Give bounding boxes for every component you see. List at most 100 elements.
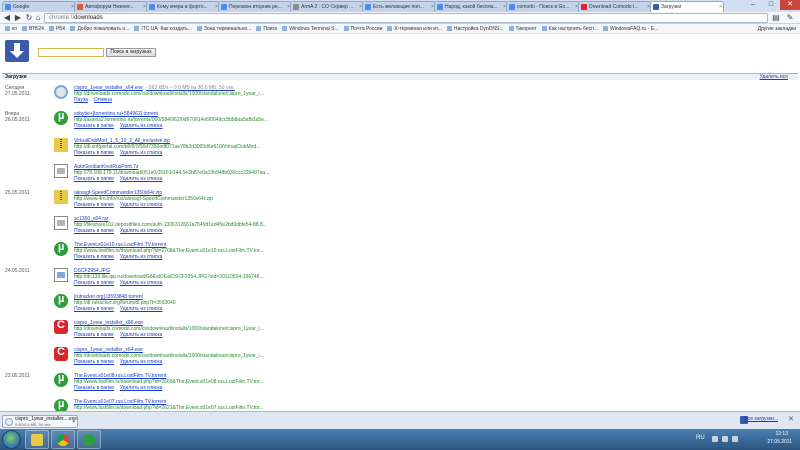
tab-strip: Google × Автофорум Нижнег... × Кому вчера в … xyxy=(0,0,800,12)
tab-label: Автофорум Нижнег... xyxy=(85,4,134,10)
bookmark-item[interactable]: Х-терминал или ит... xyxy=(387,24,441,33)
volume-icon[interactable] xyxy=(732,436,738,442)
file-icon xyxy=(54,216,68,230)
download-item: cispro_1year_installer_x64.exe - 563 kB/s… xyxy=(54,85,794,107)
download-item: The.Event.s01e07.rus.LostFilm.TV.torrent… xyxy=(54,398,794,411)
browser-tab[interactable]: Download Comodo I... × xyxy=(578,1,652,12)
archive-icon xyxy=(54,138,68,152)
taskbar-chrome[interactable] xyxy=(51,430,75,449)
address-bar[interactable]: chrome://downloads xyxy=(44,13,768,23)
show-in-folder-link[interactable]: Показать в папке xyxy=(74,176,114,182)
remove-from-list-link[interactable]: Удалить из списка xyxy=(120,228,163,234)
clock-date[interactable]: 27.05.2011 xyxy=(767,439,792,445)
bookmark-item[interactable]: ко xyxy=(5,24,17,33)
browser-tab[interactable]: comodo - Поиск в Go... × xyxy=(506,1,580,12)
remove-from-list-link[interactable]: Удалить из списка xyxy=(120,385,163,391)
download-actions: Показать в папке Удалить из списка xyxy=(74,280,168,286)
bookmark-item[interactable]: Windows Terminal S... xyxy=(282,24,338,33)
chevron-down-icon[interactable]: ▾ xyxy=(72,419,75,425)
pause-link[interactable]: Пауза xyxy=(74,97,88,103)
bookmark-item[interactable]: Как настроить бесп... xyxy=(542,24,598,33)
tab-favicon-icon xyxy=(221,4,227,10)
remove-from-list-link[interactable]: Удалить из списка xyxy=(120,332,163,338)
bookmark-item[interactable]: Добро пожаловать н... xyxy=(70,24,129,33)
search-downloads-button[interactable]: Поиск в загрузках xyxy=(106,48,156,57)
bookmark-item[interactable]: Поиск xyxy=(256,24,277,33)
download-actions: Показать в папке Удалить из списка xyxy=(74,228,168,234)
maximize-button[interactable]: □ xyxy=(764,0,778,10)
show-in-folder-link[interactable]: Показать в папке xyxy=(74,123,114,129)
browser-tab[interactable]: Кому вчера в форто... × xyxy=(146,1,220,12)
tab-label: comodo - Поиск в Go... xyxy=(517,4,570,10)
download-item: The.Event.s01e08.rus.LostFilm.TV.torrent… xyxy=(54,372,794,395)
close-shelf-icon[interactable]: ✕ xyxy=(788,415,794,423)
progress-icon xyxy=(54,85,68,99)
back-button[interactable]: ◀ xyxy=(2,13,12,23)
show-in-folder-link[interactable]: Показать в папке xyxy=(74,306,114,312)
address-scheme: chrome:// xyxy=(49,15,75,21)
show-in-folder-link[interactable]: Показать в папке xyxy=(74,332,114,338)
download-item: cispro_1year_installer_x86.exehttp://dow… xyxy=(54,319,794,342)
browser-tab[interactable]: Автофорум Нижнег... × xyxy=(74,1,148,12)
browser-tab[interactable]: Перезвон вторник ре... × xyxy=(218,1,292,12)
clock-time[interactable]: 12:13 xyxy=(775,431,788,437)
download-item: AutoGordianKnotRusPortt.7z http://78.108.… xyxy=(54,164,794,186)
taskbar-explorer[interactable] xyxy=(25,430,49,449)
remove-from-list-link[interactable]: Удалить из списка xyxy=(120,202,163,208)
remove-from-list-link[interactable]: Удалить из списка xyxy=(120,123,163,129)
download-item: DSCF2954.JPG http://dc133.file.qip.ru/dow… xyxy=(54,268,794,290)
bookmark-item[interactable]: Настройка DynDNS... xyxy=(447,24,504,33)
utorrent-icon xyxy=(54,372,68,387)
close-window-button[interactable]: ✕ xyxy=(780,0,800,10)
show-in-folder-link[interactable]: Показать в папке xyxy=(74,359,114,365)
language-indicator[interactable]: RU xyxy=(696,435,705,441)
show-in-folder-link[interactable]: Показать в папке xyxy=(74,254,114,260)
bookmark-item[interactable]: Тикорент xyxy=(509,24,537,33)
other-bookmarks[interactable]: Другие закладки xyxy=(758,24,796,33)
bookmark-item[interactable]: ITC.UA: Как создать... xyxy=(134,24,192,33)
remove-from-list-link[interactable]: Удалить из списка xyxy=(120,306,163,312)
bookmark-item[interactable]: РБК xyxy=(49,24,66,33)
download-item: alexagf-SpeedCommander1350x64r.zip http:/… xyxy=(54,190,794,212)
download-actions: Показать в папке Удалить из списка xyxy=(74,306,168,312)
bookmark-item[interactable]: WindowsFAQ.ru - Е... xyxy=(603,24,658,33)
show-in-folder-link[interactable]: Показать в папке xyxy=(74,280,114,286)
close-tab-icon[interactable]: × xyxy=(719,2,722,12)
show-in-folder-link[interactable]: Показать в папке xyxy=(74,150,114,156)
show-in-folder-link[interactable]: Показать в папке xyxy=(74,202,114,208)
show-all-downloads-link[interactable]: Все загрузки... xyxy=(744,416,778,422)
remove-from-list-link[interactable]: Удалить из списка xyxy=(120,359,163,365)
forward-button[interactable]: ▶ xyxy=(13,13,23,23)
wrench-icon[interactable]: ✎ xyxy=(785,13,795,23)
tray-arrow-icon[interactable] xyxy=(712,436,718,442)
taskbar-utorrent[interactable] xyxy=(77,430,101,449)
clear-all-link[interactable]: Удалить все xyxy=(760,74,788,80)
start-button[interactable] xyxy=(2,430,21,449)
browser-tab[interactable]: Загрузки × xyxy=(650,1,724,12)
remove-from-list-link[interactable]: Удалить из списка xyxy=(120,280,163,286)
minimize-button[interactable]: – xyxy=(746,0,760,10)
shelf-download-item[interactable]: cispro_1year_installer....exe 9.8/30.6 М… xyxy=(2,415,78,428)
date-group-date: 24.05.2011 xyxy=(5,268,30,274)
show-in-folder-link[interactable]: Показать в папке xyxy=(74,385,114,391)
bookmark-item[interactable]: ВТБ24 xyxy=(22,24,44,33)
date-group-date: 26.05.2011 xyxy=(5,117,30,123)
browser-tab[interactable]: ArmA 2 : CO Сервер ... × xyxy=(290,1,364,12)
page-menu-icon[interactable]: ▤ xyxy=(771,13,781,23)
cancel-link[interactable]: Отмена xyxy=(94,97,112,103)
remove-from-list-link[interactable]: Удалить из списка xyxy=(120,150,163,156)
bookmark-item[interactable]: Почта России xyxy=(344,24,383,33)
remove-from-list-link[interactable]: Удалить из списка xyxy=(120,176,163,182)
tab-label: Народ, какой беспла... xyxy=(445,4,498,10)
browser-tab[interactable]: Google × xyxy=(2,1,76,12)
tab-label: Есть желающие поп... xyxy=(373,4,424,10)
tab-favicon-icon xyxy=(149,4,155,10)
browser-tab[interactable]: Народ, какой беспла... × xyxy=(434,1,508,12)
search-downloads-input[interactable] xyxy=(38,48,104,57)
remove-from-list-link[interactable]: Удалить из списка xyxy=(120,254,163,260)
network-icon[interactable] xyxy=(722,436,728,442)
show-in-folder-link[interactable]: Показать в папке xyxy=(74,228,114,234)
bookmark-item[interactable]: Зона терминально... xyxy=(197,24,252,33)
browser-tab[interactable]: Есть желающие поп... × xyxy=(362,1,436,12)
home-button[interactable]: ⌂ xyxy=(33,13,43,23)
